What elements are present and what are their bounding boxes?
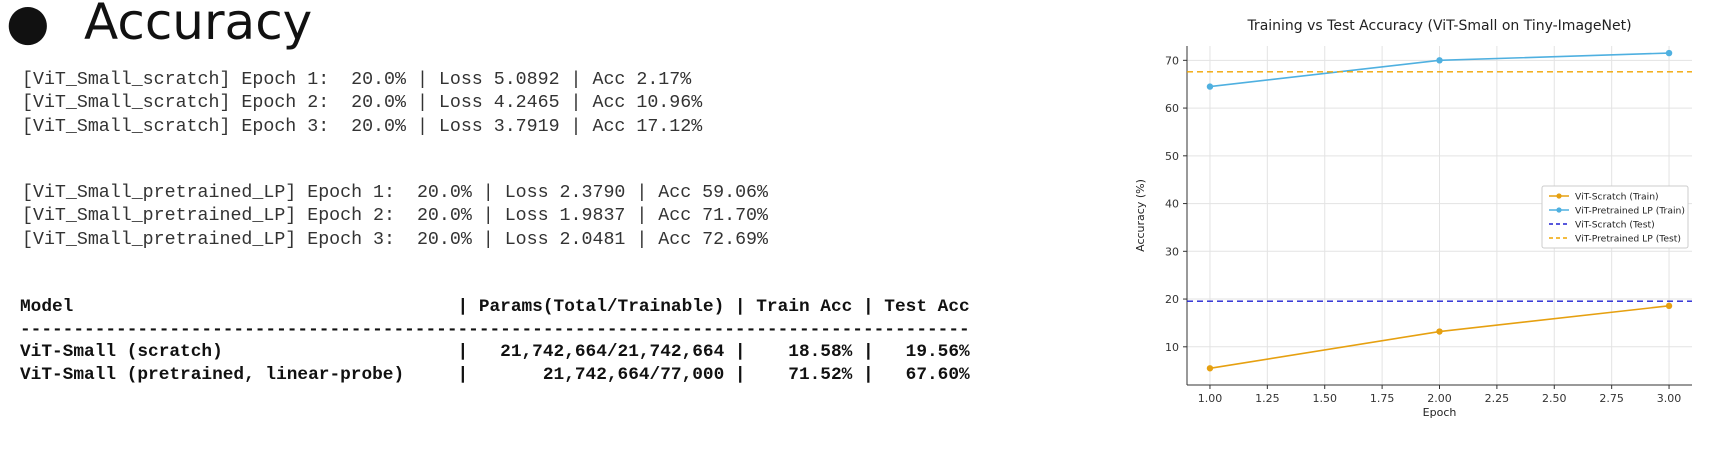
legend-label: ViT-Scratch (Train): [1575, 192, 1659, 203]
pretrained-training-log: [ViT_Small_pretrained_LP] Epoch 1: 20.0%…: [22, 182, 768, 252]
bullet-icon: ●: [6, 0, 50, 51]
x-tick-label: 1.25: [1255, 392, 1280, 405]
chart-title: Training vs Test Accuracy (ViT-Small on …: [1246, 18, 1631, 34]
x-tick-label: 2.50: [1542, 392, 1567, 405]
log-line: [ViT_Small_scratch] Epoch 2: 20.0% | Los…: [22, 93, 703, 114]
accuracy-chart: 1.00 1.25 1.50 1.75 2.00 2.25 2.50 2.75 3.00 10 20…: [1134, 18, 1692, 419]
legend-label: ViT-Pretrained LP (Test): [1575, 234, 1681, 245]
summary-row-scratch: ViT-Small (scratch) | 21,742,664/21,742,…: [20, 342, 970, 362]
x-tick-label: 1.00: [1198, 392, 1223, 405]
scratch-training-log: [ViT_Small_scratch] Epoch 1: 20.0% | Los…: [22, 69, 702, 139]
y-tick-label: 50: [1165, 150, 1179, 163]
series-1-point: [1436, 57, 1443, 64]
y-tick-label: 20: [1165, 293, 1179, 306]
section-heading: ● Accuracy: [6, 0, 312, 54]
log-line: [ViT_Small_pretrained_LP] Epoch 2: 20.0%…: [22, 206, 768, 227]
x-axis-label: Epoch: [1423, 406, 1457, 419]
y-tick-label: 10: [1165, 341, 1179, 354]
legend-marker: [1556, 207, 1562, 213]
x-tick-label: 1.75: [1370, 392, 1395, 405]
series-0-point: [1665, 302, 1673, 310]
y-tick-label: 40: [1165, 198, 1179, 211]
legend-label: ViT-Scratch (Test): [1575, 220, 1655, 231]
log-line: [ViT_Small_scratch] Epoch 3: 20.0% | Los…: [22, 116, 703, 137]
series-0-point: [1436, 328, 1443, 335]
summary-table: Model | Params(Total/Trainable) | Train …: [20, 296, 970, 386]
log-line: [ViT_Small_scratch] Epoch 1: 20.0% | Los…: [22, 70, 692, 90]
x-tick-label: 2.25: [1485, 392, 1510, 405]
summary-header-row: Model | Params(Total/Trainable) | Train …: [20, 297, 970, 317]
series-0-point: [1206, 365, 1214, 372]
x-tick-label: 1.50: [1312, 392, 1337, 405]
legend-marker: [1556, 193, 1562, 199]
y-tick-label: 30: [1165, 245, 1179, 258]
summary-row-pretrained: ViT-Small (pretrained, linear-probe) | 2…: [20, 364, 970, 385]
y-tick-label: 60: [1165, 102, 1179, 115]
summary-divider: ----------------------------------------…: [20, 319, 970, 340]
x-tick-label: 3.00: [1657, 392, 1682, 405]
x-tick-label: 2.00: [1427, 392, 1452, 405]
y-axis-label: Accuracy (%): [1134, 179, 1147, 252]
section-title: Accuracy: [84, 0, 313, 51]
y-tick-label: 70: [1165, 54, 1179, 67]
log-line: [ViT_Small_pretrained_LP] Epoch 1: 20.0%…: [22, 183, 768, 203]
series-1-point: [1206, 83, 1214, 90]
x-tick-label: 2.75: [1599, 392, 1624, 405]
series-1-point: [1665, 49, 1673, 57]
legend-label: ViT-Pretrained LP (Train): [1575, 206, 1685, 217]
log-line: [ViT_Small_pretrained_LP] Epoch 3: 20.0%…: [22, 229, 768, 250]
